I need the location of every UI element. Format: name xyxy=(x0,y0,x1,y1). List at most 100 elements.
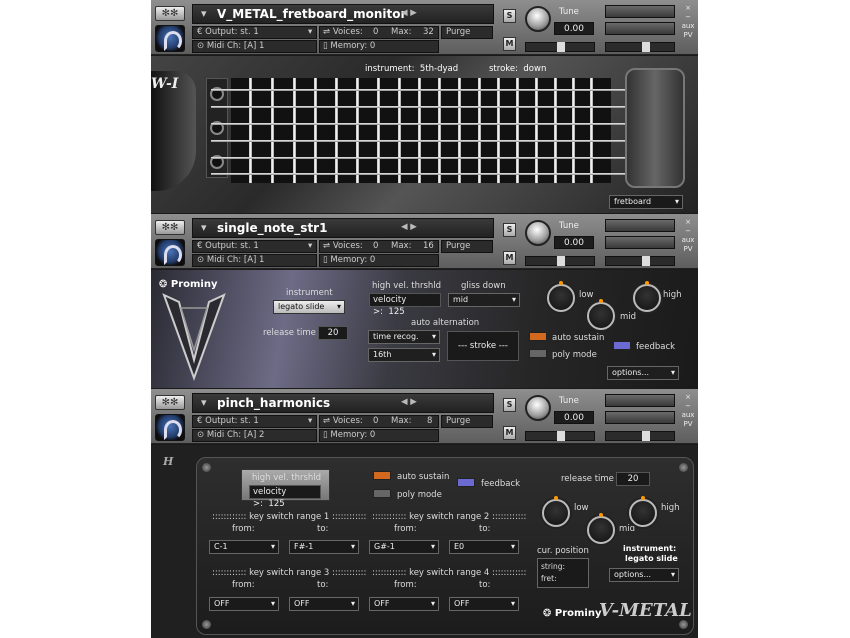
kontakt-logo-icon[interactable] xyxy=(155,239,185,266)
minimize-icon[interactable]: − xyxy=(681,13,695,22)
velocity-value[interactable]: 125 xyxy=(388,307,404,317)
eq-mid-knob[interactable] xyxy=(587,299,615,330)
options-menu[interactable]: options... xyxy=(607,366,679,380)
high-vel-threshold-label: high vel. thrshld xyxy=(252,473,322,483)
tune-value[interactable]: 0.00 xyxy=(554,236,594,249)
aux-button[interactable]: aux xyxy=(681,411,695,420)
volume-slider[interactable] xyxy=(605,431,675,441)
nav-arrows-icon[interactable]: ◀ ▶ xyxy=(401,7,417,20)
tune-value[interactable]: 0.00 xyxy=(554,411,594,424)
poly-mode-led[interactable] xyxy=(529,349,547,358)
alternation-mode-select[interactable]: time recog. xyxy=(368,330,440,344)
kontakt-logo-icon[interactable] xyxy=(155,25,185,52)
volume-slider[interactable] xyxy=(605,42,675,52)
velocity-threshold[interactable]: velocity >: 125 xyxy=(369,293,441,317)
eq-low-knob[interactable] xyxy=(542,496,570,527)
eq-high-knob[interactable] xyxy=(633,281,661,312)
velocity-threshold[interactable]: velocity >: 125 xyxy=(249,485,321,509)
instrument-select[interactable]: legato slide xyxy=(273,300,345,314)
ks1-from-select[interactable]: C-1 xyxy=(209,540,279,554)
tune-knob[interactable] xyxy=(525,395,551,421)
voices-row: ⇌ Voices: xyxy=(323,415,363,428)
ks1-to-select[interactable]: F#-1 xyxy=(289,540,359,554)
stroke-display: --- stroke --- xyxy=(447,331,519,361)
release-time-value[interactable]: 20 xyxy=(318,326,348,340)
fret xyxy=(377,78,380,183)
ks3-from-select[interactable]: OFF xyxy=(209,597,279,611)
nav-arrows-icon[interactable]: ◀ ▶ xyxy=(401,396,417,409)
ks3-to-select[interactable]: OFF xyxy=(289,597,359,611)
tune-knob[interactable] xyxy=(525,220,551,246)
guitar-string xyxy=(211,123,681,125)
close-icon[interactable]: × xyxy=(681,393,695,402)
feedback-led[interactable] xyxy=(613,341,631,350)
snowflake-icon[interactable]: ✻✻ xyxy=(155,220,185,235)
output-icon: € xyxy=(197,27,206,37)
nav-arrows-icon[interactable]: ◀ ▶ xyxy=(401,221,417,234)
close-icon[interactable]: × xyxy=(681,218,695,227)
output-dropdown-icon[interactable]: ▾ xyxy=(308,240,312,253)
tune-knob[interactable] xyxy=(525,6,551,32)
purge-button[interactable]: Purge xyxy=(446,415,470,428)
snowflake-icon[interactable]: ✻✻ xyxy=(155,6,185,21)
volume-slider[interactable] xyxy=(605,256,675,266)
poly-mode-led[interactable] xyxy=(373,489,391,498)
solo-button[interactable]: S xyxy=(503,398,516,412)
mute-button[interactable]: M xyxy=(503,426,516,440)
midi-value[interactable]: [A] 1 xyxy=(244,41,265,51)
midi-value[interactable]: [A] 1 xyxy=(244,255,265,265)
release-time-value[interactable]: 20 xyxy=(616,472,650,486)
output-value[interactable]: st. 1 xyxy=(240,241,259,251)
max-value[interactable]: 32 xyxy=(423,26,434,39)
midi-value[interactable]: [A] 2 xyxy=(244,430,265,440)
pan-slider[interactable] xyxy=(525,42,595,52)
guitar-string xyxy=(211,106,681,108)
auto-sustain-led[interactable] xyxy=(529,332,547,341)
pv-button[interactable]: PV xyxy=(681,245,695,254)
feedback-led[interactable] xyxy=(457,478,475,487)
solo-button[interactable]: S xyxy=(503,223,516,237)
output-value[interactable]: st. 1 xyxy=(240,416,259,426)
eq-low-knob[interactable] xyxy=(547,281,575,312)
gliss-down-select[interactable]: mid xyxy=(448,293,520,307)
max-value[interactable]: 8 xyxy=(427,415,432,428)
alternation-note-select[interactable]: 16th xyxy=(368,348,440,362)
velocity-value[interactable]: 125 xyxy=(268,499,284,509)
purge-button[interactable]: Purge xyxy=(446,26,470,39)
instrument-name[interactable]: pinch_harmonics xyxy=(192,393,494,413)
eq-mid-knob[interactable] xyxy=(587,513,615,544)
ks2-from-select[interactable]: G#-1 xyxy=(369,540,439,554)
pan-slider[interactable] xyxy=(525,256,595,266)
pv-button[interactable]: PV xyxy=(681,31,695,40)
aux-button[interactable]: aux xyxy=(681,236,695,245)
snowflake-icon[interactable]: ✻✻ xyxy=(155,395,185,410)
fret xyxy=(535,78,538,183)
view-selector[interactable]: fretboard xyxy=(609,195,683,209)
ks4-from-select[interactable]: OFF xyxy=(369,597,439,611)
tune-value[interactable]: 0.00 xyxy=(554,22,594,35)
voices-value: 0 xyxy=(373,416,379,426)
options-menu[interactable]: options... xyxy=(609,568,679,582)
output-dropdown-icon[interactable]: ▾ xyxy=(308,26,312,39)
pv-button[interactable]: PV xyxy=(681,420,695,429)
ks2-to-select[interactable]: E0 xyxy=(449,540,519,554)
output-value[interactable]: st. 1 xyxy=(240,27,259,37)
solo-button[interactable]: S xyxy=(503,9,516,23)
ks4-to-select[interactable]: OFF xyxy=(449,597,519,611)
purge-button[interactable]: Purge xyxy=(446,240,470,253)
minimize-icon[interactable]: − xyxy=(681,227,695,236)
pan-slider[interactable] xyxy=(525,431,595,441)
max-value[interactable]: 16 xyxy=(423,240,434,253)
instrument-name[interactable]: single_note_str1 xyxy=(192,218,494,238)
auto-sustain-led[interactable] xyxy=(373,471,391,480)
eq-high-knob[interactable] xyxy=(629,496,657,527)
close-icon[interactable]: × xyxy=(681,4,695,13)
output-dropdown-icon[interactable]: ▾ xyxy=(308,415,312,428)
instrument-name[interactable]: V_METAL_fretboard_monitor xyxy=(192,4,494,24)
kontakt-logo-icon[interactable] xyxy=(155,414,185,441)
tune-label: Tune xyxy=(559,221,579,231)
mute-button[interactable]: M xyxy=(503,251,516,265)
mute-button[interactable]: M xyxy=(503,37,516,51)
minimize-icon[interactable]: − xyxy=(681,402,695,411)
aux-button[interactable]: aux xyxy=(681,22,695,31)
